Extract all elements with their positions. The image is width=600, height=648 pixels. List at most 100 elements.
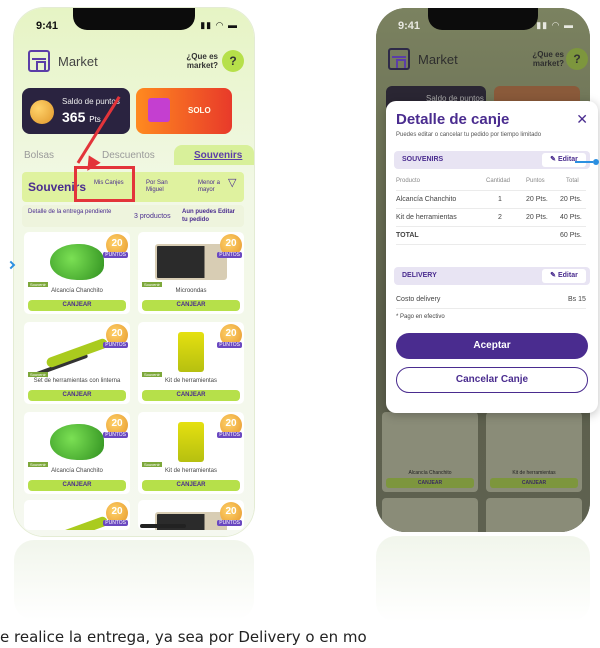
product-tag: Souvenir [28, 462, 48, 467]
status-time: 9:41 [398, 20, 421, 32]
caption-text: e realice la entrega, ya sea por Deliver… [0, 628, 367, 646]
items-table: Producto Cantidad Puntos Total Alcancía … [396, 173, 586, 245]
balance-points: 365 Pts [62, 109, 101, 125]
highlight-box [74, 166, 135, 202]
product-tag: Souvenir [28, 372, 48, 377]
product-card[interactable]: Souvenir 20 PUNTOS Kit de herramientas CANJE… [138, 322, 244, 404]
points-tag: PUNTOS [103, 520, 128, 526]
product-name: Microondas [175, 288, 207, 294]
redeem-button[interactable]: CANJEAR [28, 480, 126, 491]
market-store-icon [388, 48, 410, 70]
souvenirs-label: SOUVENIRS [402, 156, 444, 163]
payment-note: * Pago en efectivo [396, 314, 445, 320]
edit-souvenirs-button[interactable]: ✎ Editar [542, 153, 586, 167]
left-phone-reflection [14, 540, 254, 620]
help-badge[interactable]: ? [566, 48, 588, 70]
delivery-bar: DELIVERY ✎ Editar [394, 267, 590, 285]
filter-san-miguel[interactable]: Por San Miguel [146, 180, 186, 194]
points-tag: PUNTOS [217, 252, 242, 258]
product-tag: Souvenir [28, 282, 48, 287]
redeem-button[interactable]: CANJEAR [142, 480, 240, 491]
redeem-button[interactable]: CANJEAR [28, 300, 126, 311]
product-card[interactable]: Souvenir 20 PUNTOS Alcancía Chanchito CANJEA… [24, 412, 130, 494]
header-title: Market [58, 54, 98, 69]
callout-line [575, 161, 593, 163]
points-tag: PUNTOS [103, 432, 128, 438]
kit-image [178, 332, 204, 372]
table-total-row: TOTAL 60 Pts. [396, 227, 586, 245]
points-tag: PUNTOS [217, 520, 242, 526]
redeem-button[interactable]: CANJEAR [142, 390, 240, 401]
status-icons: ▮▮ ◠ ▬ [536, 20, 574, 30]
status-time: 9:41 [36, 20, 59, 32]
coins-icon [30, 100, 54, 124]
filter-icon[interactable]: ▽ [228, 178, 236, 189]
promo-banner[interactable]: SOLO [136, 88, 232, 134]
souvenirs-bar: SOUVENIRS ✎ Editar [394, 151, 590, 169]
promo-text: SOLO [188, 106, 211, 115]
table-row: Kit de herramientas 2 20 Pts. 40 Pts. [396, 209, 586, 227]
product-tag: Souvenir [142, 462, 162, 467]
modal-title: Detalle de canje [396, 111, 510, 128]
header-title: Market [418, 52, 458, 67]
delivery-table: Costo delivery Bs 15 * Pago en efectivo [396, 291, 586, 327]
product-name: Alcancía Chanchito [51, 468, 103, 474]
gift-icon [148, 98, 170, 122]
close-icon[interactable]: ✕ [576, 111, 588, 128]
tab-descuentos[interactable]: Descuentos [102, 150, 155, 161]
points-tag: PUNTOS [103, 342, 128, 348]
product-card[interactable]: Souvenir20PUNTOS [24, 500, 130, 530]
product-card[interactable]: Souvenir 20 PUNTOS Set de herramientas con … [24, 322, 130, 404]
table-row: Alcancía Chanchito 1 20 Pts. 20 Pts. [396, 191, 586, 209]
product-card[interactable]: Souvenir 20 PUNTOS Kit de herramientas CANJE… [138, 412, 244, 494]
status-icons: ▮▮ ◠ ▬ [200, 20, 238, 30]
market-store-icon [28, 50, 50, 72]
phone-notch [73, 8, 195, 30]
bg-product-card: Kit de herramientas CANJEAR [486, 412, 582, 492]
help-link[interactable]: ¿Que es market? [524, 50, 564, 68]
redeem-button[interactable]: CANJEAR [142, 300, 240, 311]
filter-sort[interactable]: Menor a mayor [198, 180, 228, 194]
product-name: Set de herramientas con linterna [33, 378, 121, 384]
bg-product-card: Alcancía Chanchito CANJEAR [382, 412, 478, 492]
pig-image [50, 244, 104, 280]
accept-button[interactable]: Aceptar [396, 333, 588, 359]
product-tag: Souvenir [142, 372, 162, 377]
product-tag: Souvenir [142, 282, 162, 287]
points-balance-card[interactable]: Saldo de puntos 365 Pts [22, 88, 130, 134]
bg-product-card [382, 498, 478, 532]
product-card[interactable]: Souvenir 20 PUNTOS Microondas CANJEAR [138, 232, 244, 314]
cancel-redeem-button[interactable]: Cancelar Canje [396, 367, 588, 393]
pending-label: Detalle de la entrega pendiente [28, 209, 112, 215]
delivery-cost-row: Costo delivery Bs 15 [396, 291, 586, 309]
delivery-label: DELIVERY [402, 272, 437, 279]
tool-image [45, 337, 109, 369]
microwave-image [155, 244, 227, 280]
bg-product-card [486, 498, 582, 532]
category-tabs: Bolsas Descuentos Souvenirs [14, 145, 254, 168]
modal-subtitle: Puedes editar o cancelar tu pedido por t… [396, 132, 542, 138]
callout-dot [593, 159, 599, 165]
product-name: Kit de herramientas [164, 378, 218, 384]
pending-edit-hint[interactable]: Aun puedes Editar tu pedido [182, 208, 242, 224]
points-tag: PUNTOS [217, 342, 242, 348]
right-phone-reflection [376, 536, 590, 622]
help-badge[interactable]: ? [222, 50, 244, 72]
pig-image [50, 424, 104, 460]
kit-image [178, 422, 204, 462]
help-link[interactable]: ¿Que es market? [172, 52, 218, 70]
edit-delivery-button[interactable]: ✎ Editar [542, 269, 586, 283]
points-tag: PUNTOS [217, 432, 242, 438]
points-tag: PUNTOS [103, 252, 128, 258]
table-header: Producto Cantidad Puntos Total [396, 173, 586, 191]
tab-bolsas[interactable]: Bolsas [24, 150, 54, 161]
redeem-detail-modal: Detalle de canje ✕ Puedes editar o cance… [386, 101, 598, 413]
product-card[interactable]: Souvenir 20 PUNTOS Alcancía Chanchito CANJEA… [24, 232, 130, 314]
tool-image [45, 515, 109, 530]
redeem-button[interactable]: CANJEAR [28, 390, 126, 401]
product-name: Kit de herramientas [164, 468, 218, 474]
home-indicator [140, 524, 186, 528]
pending-count: 3 productos [134, 213, 171, 220]
pending-delivery-bar[interactable]: Detalle de la entrega pendiente 3 produc… [22, 205, 244, 227]
tab-souvenirs[interactable]: Souvenirs [194, 150, 242, 161]
